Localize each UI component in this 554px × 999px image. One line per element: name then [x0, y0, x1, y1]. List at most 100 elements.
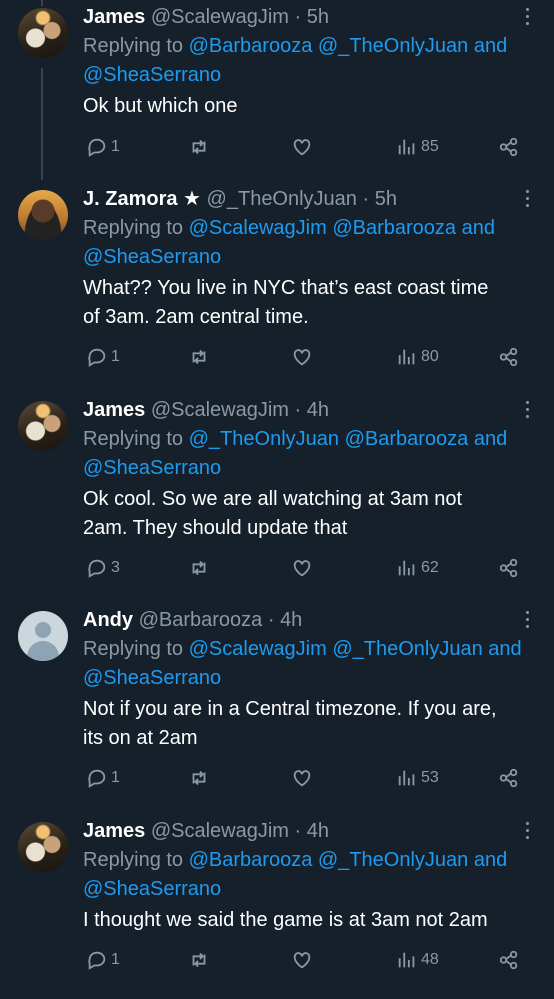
- tweet-text-line: of 3am. 2am central time.: [83, 306, 309, 328]
- tweet[interactable]: James @ScalewagJim · 4h Replying to @Bar…: [0, 814, 554, 999]
- author-handle[interactable]: @ScalewagJim: [151, 820, 289, 842]
- author-name[interactable]: James: [83, 820, 145, 842]
- more-icon[interactable]: [526, 401, 530, 422]
- tweet-actions: 1 80: [86, 343, 534, 371]
- author-name[interactable]: James: [83, 399, 145, 421]
- mention-link[interactable]: @Barbarooza: [332, 217, 456, 239]
- like-button[interactable]: [291, 554, 313, 582]
- tweet-text-line: What?? You live in NYC that’s east coast…: [83, 277, 489, 299]
- like-icon: [293, 770, 311, 787]
- avatar[interactable]: [18, 8, 68, 58]
- author-handle[interactable]: @Barbarooza: [139, 609, 263, 631]
- mention-conjunction: and: [473, 428, 508, 450]
- share-button[interactable]: [498, 133, 520, 161]
- author-name[interactable]: Andy: [83, 609, 133, 631]
- retweet-button[interactable]: [188, 343, 210, 371]
- author-name[interactable]: J. Zamora: [83, 188, 177, 210]
- tweet-text-line: Ok cool. So we are all watching at 3am n…: [83, 488, 463, 510]
- mention-link[interactable]: @ScalewagJim: [189, 217, 327, 239]
- reply-count: 1: [111, 348, 120, 365]
- reply-button[interactable]: 1: [86, 133, 120, 161]
- avatar[interactable]: [18, 822, 68, 872]
- mention-link[interactable]: @SheaSerrano: [83, 64, 221, 86]
- mention-link[interactable]: @ScalewagJim: [189, 638, 327, 660]
- tweet-text-line: I thought we said the game is at 3am not…: [83, 909, 488, 931]
- retweet-icon: [192, 770, 206, 786]
- views-button[interactable]: 62: [396, 554, 439, 582]
- mention-link[interactable]: @Barbarooza: [189, 35, 313, 57]
- replying-to-label: Replying to: [83, 428, 184, 450]
- tweet[interactable]: J. Zamora ★ @_TheOnlyJuan · 5h Replying …: [0, 182, 554, 392]
- reply-icon: [88, 138, 106, 157]
- reply-icon: [88, 951, 106, 970]
- views-button[interactable]: 48: [396, 946, 439, 974]
- timestamp[interactable]: 5h: [307, 6, 329, 28]
- mention-link[interactable]: @_TheOnlyJuan: [189, 428, 339, 450]
- author-name[interactable]: James: [83, 6, 145, 28]
- tweet-actions: 1 48: [86, 946, 534, 974]
- mention-link[interactable]: @_TheOnlyJuan: [332, 638, 482, 660]
- reply-button[interactable]: 1: [86, 764, 120, 792]
- timestamp[interactable]: 4h: [307, 820, 329, 842]
- mention-conjunction: and: [473, 849, 508, 871]
- more-icon[interactable]: [526, 190, 530, 211]
- more-icon[interactable]: [526, 8, 530, 29]
- views-button[interactable]: 53: [396, 764, 439, 792]
- tweet[interactable]: Andy @Barbarooza · 4h Replying to @Scale…: [0, 603, 554, 813]
- mention-link[interactable]: @SheaSerrano: [83, 246, 221, 268]
- like-button[interactable]: [291, 343, 313, 371]
- tweet-text-line: Ok but which one: [83, 95, 238, 117]
- avatar[interactable]: [18, 611, 68, 661]
- replying-to: Replying to @ScalewagJim @_TheOnlyJuan a…: [83, 635, 534, 693]
- timestamp[interactable]: 4h: [307, 399, 329, 421]
- share-button[interactable]: [498, 343, 520, 371]
- more-icon[interactable]: [526, 822, 530, 843]
- reply-count: 3: [111, 559, 120, 576]
- replying-to-label: Replying to: [83, 638, 184, 660]
- views-button[interactable]: 85: [396, 133, 439, 161]
- mention-link[interactable]: @_TheOnlyJuan: [318, 35, 468, 57]
- timestamp[interactable]: 4h: [280, 609, 302, 631]
- author-handle[interactable]: @ScalewagJim: [151, 399, 289, 421]
- replying-to-label: Replying to: [83, 217, 184, 239]
- reply-button[interactable]: 1: [86, 946, 120, 974]
- mention-link[interactable]: @Barbarooza: [189, 849, 313, 871]
- share-button[interactable]: [498, 554, 520, 582]
- mention-link[interactable]: @SheaSerrano: [83, 457, 221, 479]
- author-handle[interactable]: @ScalewagJim: [151, 6, 289, 28]
- like-icon: [293, 560, 311, 577]
- share-button[interactable]: [498, 764, 520, 792]
- mention-link[interactable]: @SheaSerrano: [83, 878, 221, 900]
- views-icon: [398, 139, 415, 155]
- mention-link[interactable]: @Barbarooza: [345, 428, 469, 450]
- reply-count: 1: [111, 769, 120, 786]
- mention-link[interactable]: @_TheOnlyJuan: [318, 849, 468, 871]
- retweet-button[interactable]: [188, 946, 210, 974]
- mention-conjunction: and: [488, 638, 522, 660]
- replying-to-label: Replying to: [83, 35, 184, 57]
- more-icon[interactable]: [526, 611, 530, 632]
- tweet-text: What?? You live in NYC that’s east coast…: [83, 274, 534, 332]
- separator: ·: [294, 820, 302, 842]
- mention-link[interactable]: @SheaSerrano: [83, 667, 221, 689]
- views-button[interactable]: 80: [396, 343, 439, 371]
- tweet[interactable]: James @ScalewagJim · 5h Replying to @Bar…: [0, 0, 554, 176]
- tweet-text-line: 2am. They should update that: [83, 517, 348, 539]
- retweet-button[interactable]: [188, 554, 210, 582]
- views-count: 53: [421, 769, 439, 786]
- replying-to-label: Replying to: [83, 849, 184, 871]
- like-button[interactable]: [291, 133, 313, 161]
- like-button[interactable]: [291, 946, 313, 974]
- tweet-actions: 1 85: [86, 133, 534, 161]
- timestamp[interactable]: 5h: [375, 188, 397, 210]
- share-button[interactable]: [498, 946, 520, 974]
- reply-button[interactable]: 1: [86, 343, 120, 371]
- author-handle[interactable]: @_TheOnlyJuan: [207, 188, 357, 210]
- tweet[interactable]: James @ScalewagJim · 4h Replying to @_Th…: [0, 393, 554, 603]
- retweet-button[interactable]: [188, 133, 210, 161]
- like-button[interactable]: [291, 764, 313, 792]
- avatar[interactable]: [18, 190, 68, 240]
- reply-button[interactable]: 3: [86, 554, 120, 582]
- retweet-button[interactable]: [188, 764, 210, 792]
- avatar[interactable]: [18, 401, 68, 451]
